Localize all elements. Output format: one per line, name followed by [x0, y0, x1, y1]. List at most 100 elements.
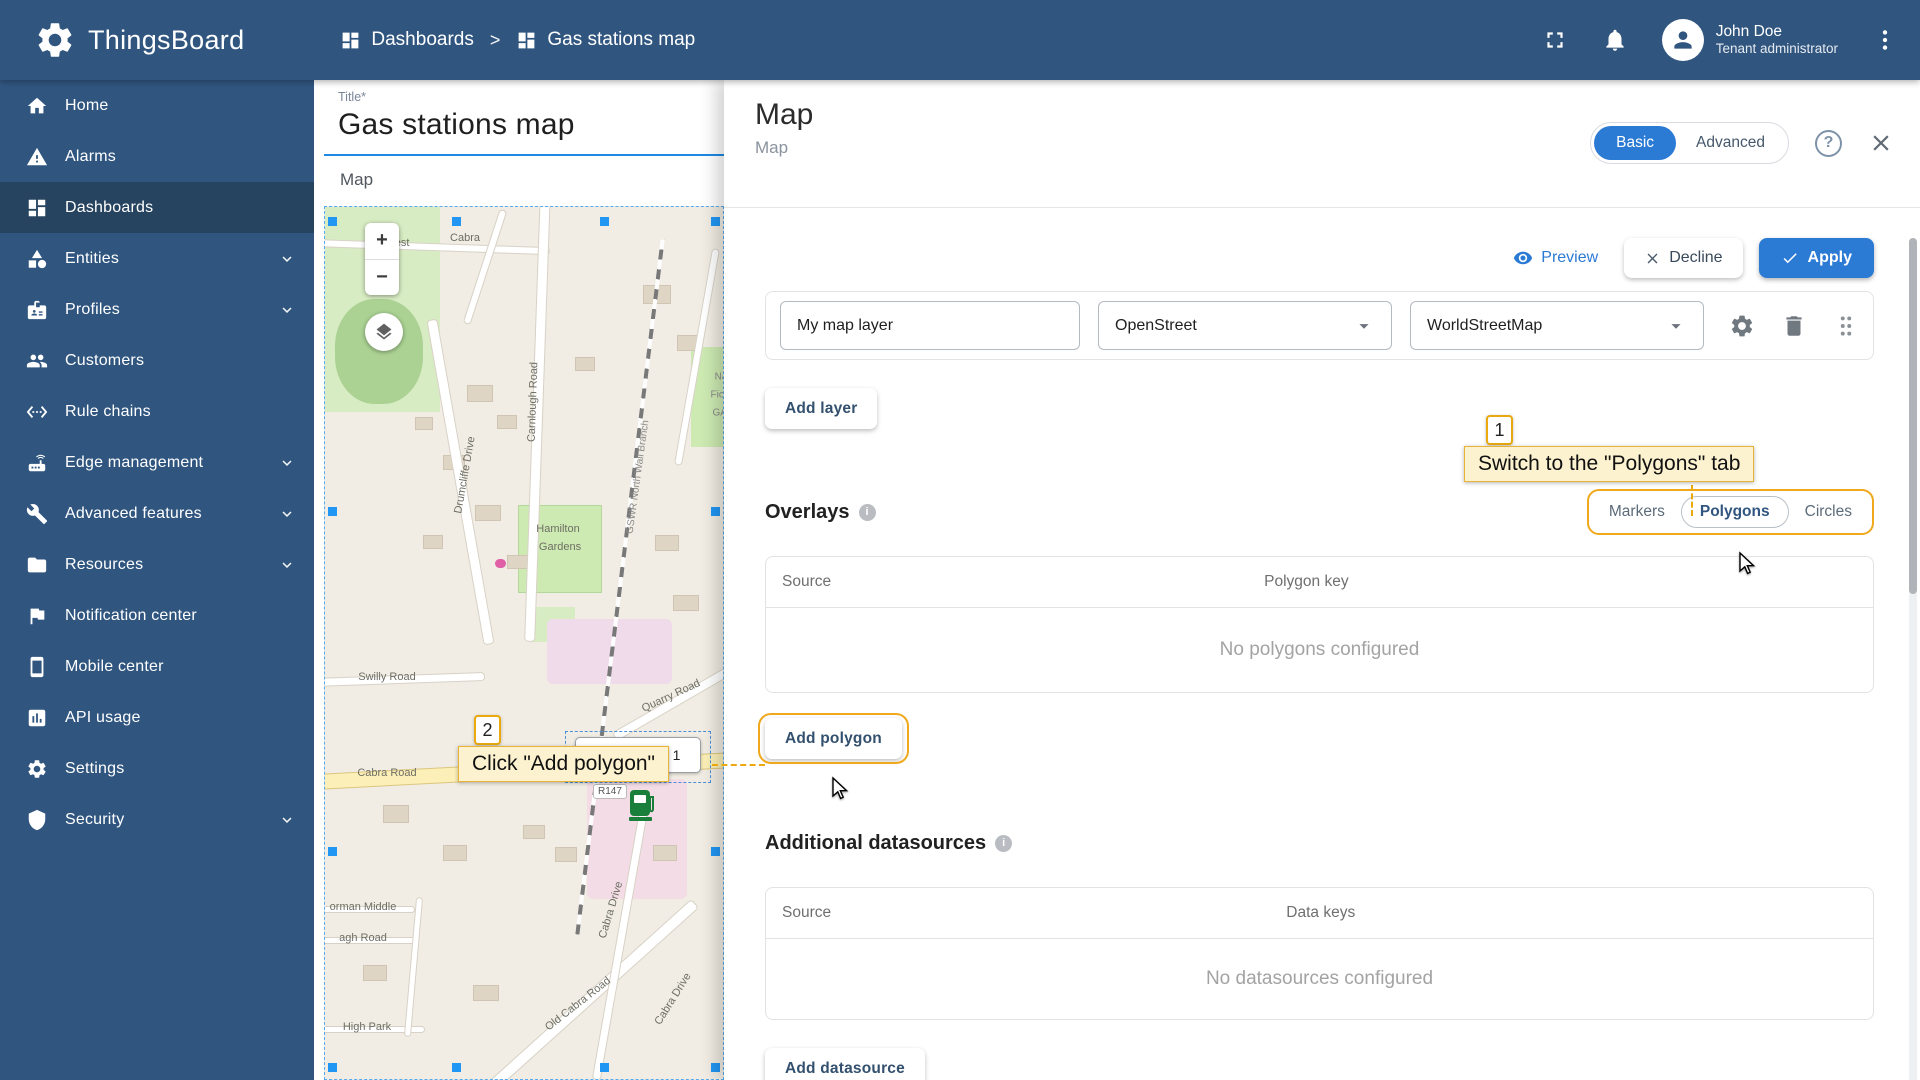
layer-name-field[interactable]	[780, 301, 1080, 350]
dashboards-icon	[343, 32, 359, 48]
layer-settings-gear-icon[interactable]	[1729, 313, 1755, 339]
sidebar-item-security[interactable]: Security	[0, 794, 314, 845]
add-polygon-label: Add polygon	[785, 729, 882, 747]
add-polygon-button[interactable]: Add polygon	[765, 718, 902, 759]
map-widget[interactable]: West Cabra Drumcliffe Drive Carnlough Ro…	[324, 206, 724, 1080]
drag-handle-icon[interactable]	[1833, 313, 1859, 339]
building	[467, 385, 493, 402]
person-icon	[1674, 31, 1692, 49]
sidebar-item-customers[interactable]: Customers	[0, 335, 314, 386]
tab-polygons[interactable]: Polygons	[1680, 496, 1789, 528]
road-ref-badge: R147	[593, 784, 627, 799]
fullscreen-icon[interactable]	[1542, 27, 1568, 53]
sidebar-item-home[interactable]: Home	[0, 80, 314, 131]
sidebar-item-advanced-features[interactable]: Advanced features	[0, 488, 314, 539]
dropdown-arrow-icon	[1671, 323, 1681, 329]
overlay-tabs-highlight: Markers Polygons Circles	[1586, 489, 1874, 535]
resize-handle[interactable]	[711, 847, 720, 856]
street-label: Swilly Road	[358, 671, 416, 683]
resize-handle[interactable]	[452, 217, 461, 226]
polygons-empty-state: No polygons configured	[1219, 639, 1420, 660]
smartphone-icon	[30, 656, 44, 677]
advanced-tab[interactable]: Advanced	[1676, 126, 1785, 160]
sidebar-item-entities[interactable]: Entities	[0, 233, 314, 284]
apply-button[interactable]: Apply	[1758, 238, 1874, 278]
mouse-cursor-icon	[1739, 551, 1756, 575]
add-layer-button[interactable]: Add layer	[765, 388, 878, 429]
breadcrumb-current[interactable]: Gas stations map	[516, 29, 695, 51]
close-icon	[1647, 253, 1658, 263]
panel-scrollbar-thumb[interactable]	[1909, 238, 1917, 594]
resize-handle[interactable]	[711, 217, 720, 226]
folder-icon	[27, 557, 47, 572]
sidebar-item-label: Dashboards	[65, 198, 154, 216]
more-menu-icon[interactable]	[1872, 27, 1898, 53]
delete-layer-trash-icon[interactable]	[1781, 313, 1807, 339]
settings-panel-header: Map Map Basic Advanced ?	[724, 80, 1920, 208]
layer-provider-select[interactable]: OpenStreet	[1098, 301, 1392, 350]
tab-circles[interactable]: Circles	[1795, 497, 1862, 527]
add-polygon-highlight: Add polygon	[758, 713, 909, 764]
sidebar-item-alarms[interactable]: Alarms	[0, 131, 314, 182]
dashboard-title-input[interactable]: Gas stations map	[314, 104, 724, 142]
basic-tab[interactable]: Basic	[1594, 126, 1677, 160]
sidebar-item-rule-chains[interactable]: Rule chains	[0, 386, 314, 437]
chart-icon	[28, 709, 46, 726]
user-info: John Doe Tenant administrator	[1716, 22, 1838, 58]
sidebar-item-mobile-center[interactable]: Mobile center	[0, 641, 314, 692]
building	[383, 805, 409, 823]
resize-handle[interactable]	[328, 1063, 337, 1072]
chevron-down-icon	[282, 306, 292, 313]
app-logo[interactable]: ThingsBoard	[34, 19, 244, 61]
sidebar-item-label: Rule chains	[65, 402, 151, 420]
resize-handle[interactable]	[452, 1063, 461, 1072]
sidebar-item-api-usage[interactable]: API usage	[0, 692, 314, 743]
sidebar-item-edge-management[interactable]: Edge management	[0, 437, 314, 488]
sidebar-item-profiles[interactable]: Profiles	[0, 284, 314, 335]
resize-handle[interactable]	[328, 507, 337, 516]
annotation-step1-number: 1	[1486, 415, 1513, 445]
building	[523, 825, 545, 839]
sidebar-item-label: Mobile center	[65, 657, 164, 675]
help-icon[interactable]: ?	[1815, 129, 1842, 157]
sidebar-item-notification-center[interactable]: Notification center	[0, 590, 314, 641]
resize-handle[interactable]	[711, 507, 720, 516]
map-widget-title: Map	[340, 170, 374, 189]
layer-type-select[interactable]: WorldStreetMap	[1410, 301, 1704, 350]
polygons-table: Source Polygon key No polygons configure…	[765, 556, 1874, 693]
preview-button[interactable]: Preview	[1503, 238, 1608, 278]
zoom-in-button[interactable]: +	[365, 223, 399, 259]
sidebar-item-resources[interactable]: Resources	[0, 539, 314, 590]
add-datasource-button[interactable]: Add datasource	[765, 1048, 925, 1080]
sidebar-item-dashboards[interactable]: Dashboards	[0, 182, 314, 233]
dropdown-arrow-icon	[1359, 323, 1369, 329]
datasources-empty-state: No datasources configured	[1205, 968, 1434, 989]
resize-handle[interactable]	[600, 1063, 609, 1072]
resize-handle[interactable]	[328, 847, 337, 856]
resize-handle[interactable]	[328, 217, 337, 226]
dashboard-icon	[518, 32, 535, 48]
tab-markers[interactable]: Markers	[1599, 497, 1675, 527]
close-icon[interactable]	[1868, 130, 1894, 156]
layer-name-input[interactable]	[797, 316, 1063, 335]
user-avatar[interactable]	[1661, 19, 1704, 61]
datasources-col-keys: Data keys	[1286, 904, 1356, 921]
thingsboard-logo-icon	[38, 23, 72, 57]
zoom-out-button[interactable]: −	[365, 260, 399, 296]
map-layers-button[interactable]	[365, 313, 403, 351]
sidebar-item-settings[interactable]: Settings	[0, 743, 314, 794]
street-label: Hamilton	[536, 523, 580, 535]
decline-button[interactable]: Decline	[1624, 238, 1743, 278]
resize-handle[interactable]	[711, 1063, 720, 1072]
fuel-pump-icon[interactable]	[629, 789, 655, 821]
layers-icon	[376, 323, 392, 340]
resize-handle[interactable]	[600, 217, 609, 226]
notifications-bell-icon[interactable]	[1602, 27, 1628, 53]
dashboard-edit-column: Title* Gas stations map Map Cabra Drumcl…	[314, 80, 724, 1080]
sidebar-item-label: Settings	[65, 759, 125, 777]
breadcrumb-dashboards[interactable]: Dashboards	[340, 29, 474, 51]
layer-provider-value: OpenStreet	[1115, 316, 1197, 334]
top-header: ThingsBoard Dashboards > Gas stations ma…	[0, 0, 1920, 80]
map-zoom-control: + −	[365, 223, 399, 295]
flag-icon	[30, 608, 45, 624]
